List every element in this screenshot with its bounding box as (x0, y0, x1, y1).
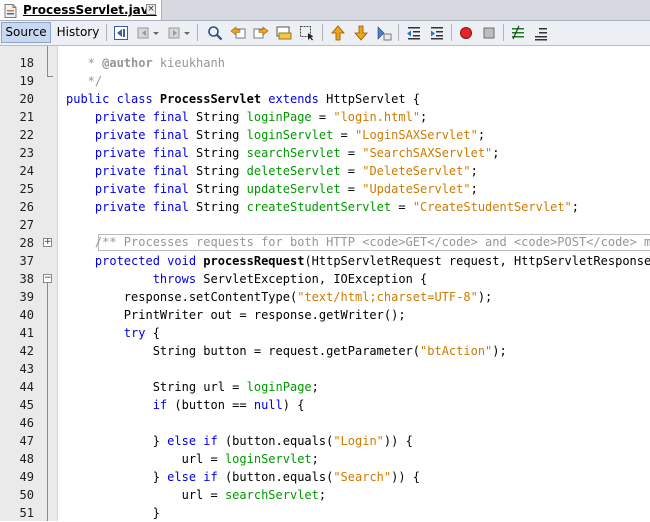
toggle-bookmark-icon[interactable] (376, 25, 392, 41)
start-macro-icon[interactable] (458, 25, 474, 41)
expand-fold-icon[interactable]: + (43, 238, 52, 247)
code-line: * @author kieukhanh (66, 56, 225, 70)
line-number: 23 (19, 146, 34, 160)
comment-icon[interactable] (510, 25, 526, 41)
line-number: 19 (19, 74, 34, 88)
editor-toolbar: Source History (0, 21, 650, 46)
fold-guide (47, 46, 48, 76)
forward-dropdown-icon[interactable] (183, 25, 191, 41)
code-line: */ (66, 74, 103, 88)
fold-end-marker (47, 76, 53, 77)
find-icon[interactable] (207, 25, 223, 41)
code-line: } (66, 506, 160, 520)
line-number-gutter[interactable]: 18 19 20 21 22 23 24 25 26 27 28 37 38 3… (0, 46, 58, 521)
code-line: private final String createStudentServle… (66, 200, 579, 214)
find-next-icon[interactable] (253, 25, 269, 41)
select-icon[interactable] (299, 25, 315, 41)
line-number: 22 (19, 128, 34, 142)
fold-guide (47, 283, 48, 521)
code-line: private final String loginPage = "login.… (66, 110, 428, 124)
code-line: url = searchServlet; (66, 488, 327, 502)
line-number: 44 (19, 380, 34, 394)
code-line: response.setContentType("text/html;chars… (66, 290, 493, 304)
shift-left-icon[interactable] (406, 25, 422, 41)
line-number: 25 (19, 182, 34, 196)
line-number: 41 (19, 326, 34, 340)
line-number: 38 (19, 272, 34, 286)
previous-bookmark-icon[interactable] (330, 25, 346, 41)
history-tab[interactable]: History (55, 22, 101, 43)
code-line: throws ServletException, IOException { (66, 272, 428, 286)
line-number: 27 (19, 218, 34, 232)
code-line: /** Processes requests for both HTTP <co… (66, 235, 650, 249)
back-icon[interactable] (136, 25, 152, 41)
code-line: try { (66, 326, 160, 340)
toolbar-separator (322, 24, 323, 41)
file-tab-title: ProcessServlet.java (23, 3, 157, 17)
toolbar-separator (503, 24, 504, 41)
last-edit-icon[interactable] (113, 25, 129, 41)
line-number: 46 (19, 416, 34, 430)
line-number: 43 (19, 362, 34, 376)
java-file-icon (4, 3, 17, 18)
line-number: 18 (19, 56, 34, 70)
code-line: String url = loginPage; (66, 380, 319, 394)
line-number: 48 (19, 452, 34, 466)
code-line: private final String loginServlet = "Log… (66, 128, 486, 142)
forward-icon[interactable] (167, 25, 183, 41)
toolbar-separator (398, 24, 399, 41)
line-number: 42 (19, 344, 34, 358)
line-number: 39 (19, 290, 34, 304)
source-tab[interactable]: Source (1, 22, 51, 43)
code-line: String button = request.getParameter("bt… (66, 344, 507, 358)
toggle-highlight-icon[interactable] (276, 25, 292, 41)
code-line: if (button == null) { (66, 398, 305, 412)
close-tab-icon[interactable]: × (146, 4, 156, 15)
line-number: 20 (19, 92, 34, 106)
code-line: } else if (button.equals("Login")) { (66, 434, 413, 448)
find-previous-icon[interactable] (230, 25, 246, 41)
line-number: 49 (19, 470, 34, 484)
stop-macro-icon[interactable] (481, 25, 497, 41)
code-line: private final String updateServlet = "Up… (66, 182, 478, 196)
line-number: 47 (19, 434, 34, 448)
line-number: 28 (19, 236, 34, 250)
code-line: url = loginServlet; (66, 452, 319, 466)
editor-tab-bar: ProcessServlet.java × (0, 0, 650, 21)
toolbar-separator (197, 24, 198, 41)
shift-right-icon[interactable] (429, 25, 445, 41)
line-number: 37 (19, 254, 34, 268)
next-bookmark-icon[interactable] (353, 25, 369, 41)
code-line: private final String deleteServlet = "De… (66, 164, 478, 178)
code-line: } else if (button.equals("Search")) { (66, 470, 421, 484)
code-line: private final String searchServlet = "Se… (66, 146, 500, 160)
line-number: 21 (19, 110, 34, 124)
toolbar-separator (106, 24, 107, 41)
toolbar-separator (451, 24, 452, 41)
code-line: PrintWriter out = response.getWriter(); (66, 308, 406, 322)
file-tab[interactable]: ProcessServlet.java × (0, 0, 162, 20)
back-dropdown-icon[interactable] (152, 25, 160, 41)
line-number: 40 (19, 308, 34, 322)
line-number: 45 (19, 398, 34, 412)
line-number: 24 (19, 164, 34, 178)
code-line: protected void processRequest(HttpServle… (66, 254, 650, 268)
line-number: 51 (19, 506, 34, 520)
uncomment-icon[interactable] (533, 25, 549, 41)
line-number: 26 (19, 200, 34, 214)
code-editor[interactable]: * @author kieukhanh */ public class Proc… (58, 46, 650, 521)
code-line: public class ProcessServlet extends Http… (66, 92, 421, 106)
collapse-fold-icon[interactable]: − (43, 274, 52, 283)
line-number: 50 (19, 488, 34, 502)
